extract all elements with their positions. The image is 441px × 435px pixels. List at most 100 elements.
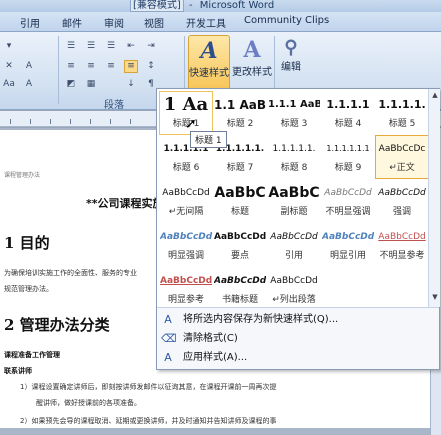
align-right-icon[interactable]: ≡ [104,60,118,73]
tab-view[interactable]: 视图 [144,15,164,30]
clear-format-item[interactable]: ⌫ 清除格式(C) [157,330,439,348]
apply-styles-item[interactable]: A 应用样式(A)... [157,349,439,367]
style-heading-3[interactable]: 1.1.1 AaB 标题 3 [267,91,321,135]
change-styles-button[interactable]: A 更改样式 [232,35,272,93]
style-strong[interactable]: AaBbCcDd 要点 [213,223,267,267]
app-name: Microsoft Word [199,0,275,11]
style-label: 强调 [392,207,411,217]
style-heading-2[interactable]: 1.1 AaB 标题 2 [213,91,267,135]
subheading-course-prep[interactable]: 课程准备工作管理 [4,350,60,360]
style-heading-4[interactable]: 1.1.1.1 标题 4 [321,91,375,135]
align-left-icon[interactable]: ≡ [64,60,78,73]
multilevel-list-icon[interactable]: ☰ [104,40,118,53]
style-preview: 1.1.1.1.1. [272,144,316,154]
binoculars-icon: ⚲ [284,37,298,58]
ruler-tick [50,119,51,124]
heading-goal[interactable]: 1 目的 [4,232,50,253]
line-spacing-icon[interactable]: ↕ [144,60,158,73]
style-preview: AaBbC [268,185,320,201]
tab-developer[interactable]: 开发工具 [186,15,226,30]
title-separator: - [189,0,193,11]
style-quote[interactable]: AaBbCcDd 引用 [267,223,321,267]
ruler-tick [130,119,131,124]
style-normal[interactable]: AaBbCcDc ↵正文 [375,135,429,179]
style-label: 标题 2 [226,119,254,129]
page-header-text: 课程管理办法 [4,172,41,179]
font-size-down-icon[interactable]: ▾ [2,40,16,53]
editing-button[interactable]: ⚲ 编辑 [278,35,304,93]
subheading-contact[interactable]: 联系讲师 [4,366,32,376]
scroll-down-icon[interactable]: ▼ [431,293,439,301]
style-label: 不明显参考 [379,251,425,261]
style-preview: 1.1.1.1 [326,98,370,111]
list-item[interactable]: 2）如果预先会导的课程取消、延期或更换讲师，并及时通知并告知讲师及课程的事 [20,416,276,426]
numbering-icon[interactable]: ☰ [84,40,98,53]
style-heading-8[interactable]: 1.1.1.1.1. 标题 8 [267,135,321,179]
list-item[interactable]: 1）课程设置确定讲师后，即刻按讲师发邮件以征询其意，在课程开课前一周再次提 [20,382,276,392]
shading-icon[interactable]: ◩ [64,78,78,91]
style-preview: AaBbCcDd [324,188,372,198]
clear-format-icon[interactable]: ✕ [2,60,16,73]
style-preview: AaBbCcDd [214,276,266,286]
save-quick-style-item[interactable]: A 将所选内容保存为新快速样式(Q)... [157,311,439,329]
style-list-paragraph[interactable]: AaBbCcDd ↵列出段落 [267,267,321,311]
document-title[interactable]: **公司课程实施 [86,195,164,211]
style-subtle-emphasis[interactable]: AaBbCcDd 不明显强调 [321,179,375,223]
style-no-spacing[interactable]: AaBbCcDd ↵无间隔 [159,179,213,223]
style-preview: 1 Aa [163,94,209,115]
increase-indent-icon[interactable]: ⇥ [144,40,158,53]
sort-icon[interactable]: ↓ [124,78,138,91]
style-label: 明显引用 [329,251,366,261]
style-intense-quote[interactable]: AaBbCcDd 明显引用 [321,223,375,267]
style-book-title[interactable]: AaBbCcDd 书籍标题 [213,267,267,311]
decrease-indent-icon[interactable]: ⇤ [124,40,138,53]
style-preview: AaBbCcDd [378,232,426,242]
style-intense-reference[interactable]: AaBbCcDd 明显参考 [159,267,213,311]
style-heading-5[interactable]: 1.1.1.1. 标题 5 [375,91,429,135]
quick-styles-button[interactable]: A 快速样式 [188,35,230,93]
body-text-line[interactable]: 规范管理办法。 [4,284,53,294]
borders-icon[interactable]: ▦ [84,78,98,91]
style-label: ↵列出段落 [272,295,316,305]
tab-mailings[interactable]: 邮件 [62,15,82,30]
quick-styles-label: 快速样式 [189,68,229,79]
style-label: 书籍标题 [221,295,258,305]
style-preview: AaBbCcDd [214,232,266,242]
grow-font-icon[interactable]: A [22,60,36,73]
style-label: 明显参考 [167,295,204,305]
eraser-icon: ⌫ [161,332,177,345]
ruler-tick [30,119,31,124]
style-preview: AaBbCcDd [160,232,212,242]
ruler-tick [10,119,11,124]
style-intense-emphasis[interactable]: AaBbCcDd 明显强调 [159,223,213,267]
scroll-up-icon[interactable]: ▲ [431,91,439,99]
style-emphasis[interactable]: AaBbCcDd 强调 [375,179,429,223]
tab-references[interactable]: 引用 [20,15,40,30]
window-title: [兼容模式] - Microsoft Word [130,0,276,12]
style-title[interactable]: AaBbC 标题 [213,179,267,223]
style-heading-9[interactable]: 1.1.1.1.1.1 标题 9 [321,135,375,179]
gallery-scrollbar[interactable]: ▲ ▼ [428,89,440,307]
style-subtle-reference[interactable]: AaBbCcDd 不明显参考 [375,223,429,267]
tab-community-clips[interactable]: Community Clips [244,15,329,26]
menu-item-label: 应用样式(A)... [183,352,248,363]
justify-icon[interactable]: ≡ [124,60,138,73]
compat-mode-label: [兼容模式] [130,0,184,12]
list-item[interactable]: 醒讲师，做好授课前的各项准备。 [36,398,141,408]
style-preview: AaBbCcDd [270,276,318,286]
align-center-icon[interactable]: ≡ [84,60,98,73]
style-preview: 1.1.1.1. [378,98,426,111]
bullets-icon[interactable]: ☰ [64,40,78,53]
style-label: 标题 3 [280,119,308,129]
style-subtitle[interactable]: AaBbC 副标题 [267,179,321,223]
tab-review[interactable]: 审阅 [104,15,124,30]
style-preview: AaBbCcDd [160,276,212,286]
style-label: 标题 6 [172,163,200,173]
heading-method[interactable]: 2 管理办法分类 [4,314,110,335]
style-label: 标题 4 [334,119,362,129]
style-label: 副标题 [280,207,308,217]
body-text-line[interactable]: 为确保培训实施工作的全面性、服务的专业 [4,268,137,278]
highlight-icon[interactable]: Aa [2,78,16,91]
style-preview: 1.1 AaB [214,98,266,112]
font-color-icon[interactable]: A [22,78,36,91]
